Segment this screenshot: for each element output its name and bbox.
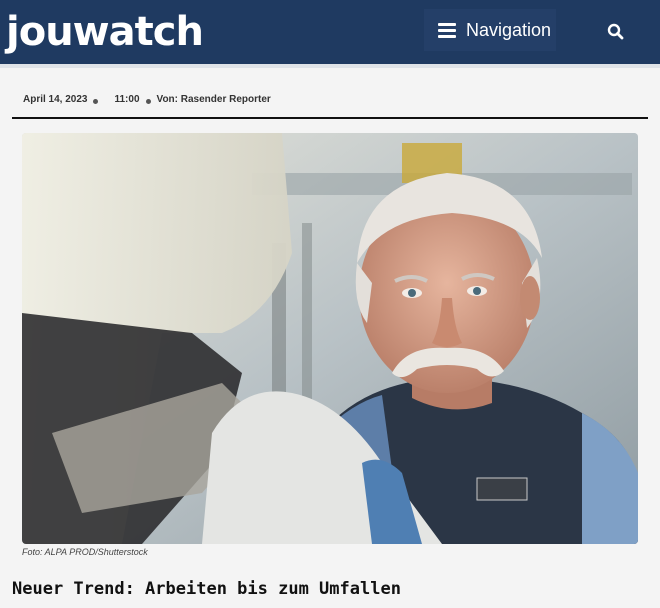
article-author[interactable]: Von: Rasender Reporter [157,94,271,105]
article-date: April 14, 2023 [23,94,88,105]
separator-dot [145,99,151,104]
site-header: jouwatch Navigation [0,0,660,64]
article-time: 11:00 [114,94,140,105]
navigation-label: Navigation [466,19,552,40]
photo-older-mechanic-icon [22,133,638,544]
navigation-button[interactable]: Navigation [424,9,556,51]
logo-text: jouwatch [6,9,204,55]
article-meta: April 14, 2023 11:00 Von: Rasender Repor… [23,94,271,105]
image-caption: Foto: ALPA PROD/Shutterstock [22,547,148,557]
article-image[interactable] [22,133,638,544]
search-icon [607,23,624,40]
meta-divider [12,117,648,119]
header-divider [0,64,660,68]
site-logo[interactable]: jouwatch [6,4,204,60]
search-button[interactable] [602,18,630,46]
separator-dot [93,99,99,104]
article-title[interactable]: Neuer Trend: Arbeiten bis zum Umfallen [12,579,401,599]
hamburger-menu-icon [438,23,456,38]
